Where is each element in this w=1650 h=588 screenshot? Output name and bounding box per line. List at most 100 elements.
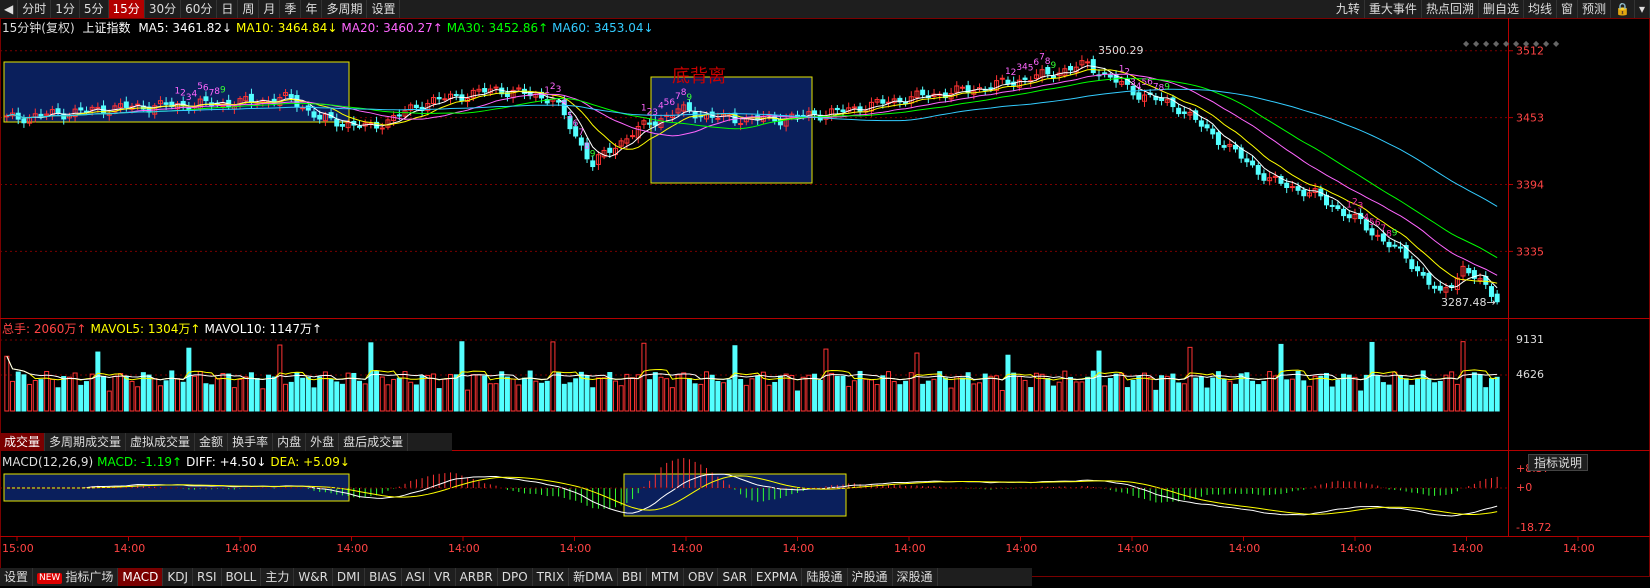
volume-bar (521, 377, 527, 412)
volume-bar (709, 374, 715, 412)
indicator-tab-18[interactable]: SAR (718, 568, 752, 586)
candle-body (396, 114, 402, 117)
tool-button-0[interactable]: 九转 (1332, 0, 1365, 18)
vol-value-0: 总手: 2060万↑ (2, 322, 87, 336)
volume-tab-6[interactable]: 外盘 (306, 433, 340, 451)
indicator-tab-17[interactable]: OBV (684, 568, 719, 586)
volume-bar (556, 371, 562, 412)
volume-bar (1147, 376, 1153, 412)
candle-body (78, 107, 84, 111)
marker-diamond: ◆ (1543, 39, 1550, 48)
indicator-tab-1[interactable]: MACD (118, 568, 164, 586)
volume-bar (857, 370, 863, 412)
indicator-tab-12[interactable]: DPO (498, 568, 533, 586)
indicator-help-button[interactable]: 指标说明 (1527, 454, 1588, 471)
period-button-1[interactable]: 1分 (51, 0, 80, 18)
volume-tab-5[interactable]: 内盘 (273, 433, 307, 451)
candle-body (38, 113, 44, 117)
indicator-tab-15[interactable]: BBI (618, 568, 647, 586)
period-button-0[interactable]: 分时 (18, 0, 52, 18)
indicator-tab-10[interactable]: VR (430, 568, 456, 586)
candle-body (482, 88, 488, 93)
window-icon[interactable]: 窗 (1557, 0, 1578, 18)
volume-tabs: 成交量 多周期成交量 虚拟成交量 金额 换手率 内盘 外盘 盘后成交量 (0, 433, 452, 451)
volume-bar (652, 372, 658, 412)
candle-body (738, 123, 744, 126)
period-button-3[interactable]: 15分 (108, 0, 145, 18)
volume-bar (1113, 373, 1119, 412)
indicator-tab-11[interactable]: ARBR (456, 568, 498, 586)
period-button-6[interactable]: 日 (217, 0, 239, 18)
volume-tab-2[interactable]: 虚拟成交量 (126, 433, 196, 451)
indicator-tab-4[interactable]: BOLL (222, 568, 262, 586)
volume-bar (624, 373, 630, 412)
pin-icon[interactable]: 预测 (1578, 0, 1612, 18)
candle-body (1244, 158, 1250, 163)
period-button-11[interactable]: 多周期 (322, 0, 368, 18)
tool-button-3[interactable]: 删自选 (1479, 0, 1524, 18)
indicator-tab-19[interactable]: EXPMA (752, 568, 803, 586)
indicator-tab-14[interactable]: 新DMA (569, 568, 618, 586)
volume-tab-3[interactable]: 金额 (195, 433, 229, 451)
tool-button-2[interactable]: 热点回溯 (1422, 0, 1479, 18)
lock-icon[interactable]: 🔒 (1611, 0, 1635, 18)
volume-bar (1477, 374, 1483, 412)
indicator-tab-9[interactable]: ASI (402, 568, 431, 586)
volume-bar (55, 387, 61, 412)
volume-bar (846, 385, 852, 412)
period-button-2[interactable]: 5分 (80, 0, 109, 18)
ma-value-2: MA20: 3460.27↑ (341, 21, 443, 35)
indicator-tab-21[interactable]: 沪股通 (848, 568, 893, 586)
volume-bar (868, 379, 874, 412)
indicator-tab-2[interactable]: KDJ (163, 568, 193, 586)
indicator-square-tab[interactable]: NEW 指标广场 (33, 568, 119, 586)
indicator-tab-16[interactable]: MTM (647, 568, 684, 586)
candle-body (1176, 107, 1182, 115)
indicator-tab-7[interactable]: DMI (333, 568, 366, 586)
marker-diamond: ◆ (1493, 39, 1500, 48)
time-axis-label: 14:00 (1229, 542, 1261, 555)
settings-tab[interactable]: 设置 (0, 568, 34, 586)
indicator-tab-8[interactable]: BIAS (365, 568, 402, 586)
volume-bar (180, 381, 186, 412)
time-axis-label: 14:00 (783, 542, 815, 555)
volume-bar (954, 376, 960, 412)
volume-bar (612, 380, 618, 412)
period-button-8[interactable]: 月 (259, 0, 281, 18)
tool-button-4[interactable]: 均线 (1524, 0, 1557, 18)
back-arrow-icon[interactable]: ◀ (0, 0, 19, 18)
volume-bar (1011, 372, 1017, 412)
indicator-tab-13[interactable]: TRIX (533, 568, 570, 586)
volume-bar (1267, 371, 1273, 412)
period-button-5[interactable]: 60分 (181, 0, 218, 18)
volume-bar (1198, 376, 1204, 412)
indicator-tab-22[interactable]: 深股通 (893, 568, 938, 586)
volume-tab-0[interactable]: 成交量 (0, 433, 46, 451)
period-button-9[interactable]: 季 (280, 0, 302, 18)
volume-bar (516, 384, 522, 412)
tool-button-1[interactable]: 重大事件 (1365, 0, 1422, 18)
candle-body (1494, 293, 1500, 303)
indicator-square-label: 指标广场 (65, 570, 114, 584)
indicator-tab-20[interactable]: 陆股通 (802, 568, 848, 586)
period-button-4[interactable]: 30分 (145, 0, 182, 18)
volume-tab-7[interactable]: 盘后成交量 (339, 433, 409, 451)
indicator-tab-5[interactable]: 主力 (261, 568, 295, 586)
period-button-10[interactable]: 年 (301, 0, 323, 18)
volume-bar (1329, 386, 1335, 412)
indicator-tab-3[interactable]: RSI (193, 568, 222, 586)
chart-canvas[interactable]: 3512345333943335◆ ◆ ◆ ◆ ◆ ◆ ◆ ◆ ◆ ◆1 2 3 45 67 8 9 1 2 345… (0, 0, 1650, 588)
dropdown-icon[interactable]: ▾ (1635, 0, 1650, 18)
volume-bar (231, 387, 237, 412)
volume-bar (209, 384, 215, 412)
period-button-7[interactable]: 周 (238, 0, 260, 18)
period-button-12[interactable]: 设置 (367, 0, 401, 18)
candle-body (686, 102, 692, 111)
marker-diamond: ◆ (1553, 39, 1560, 48)
candle-body (300, 107, 306, 110)
volume-tab-1[interactable]: 多周期成交量 (45, 433, 127, 451)
volume-tab-4[interactable]: 换手率 (228, 433, 274, 451)
volume-bar (806, 374, 812, 412)
indicator-tab-6[interactable]: W&R (294, 568, 333, 586)
volume-bar (1375, 375, 1381, 412)
